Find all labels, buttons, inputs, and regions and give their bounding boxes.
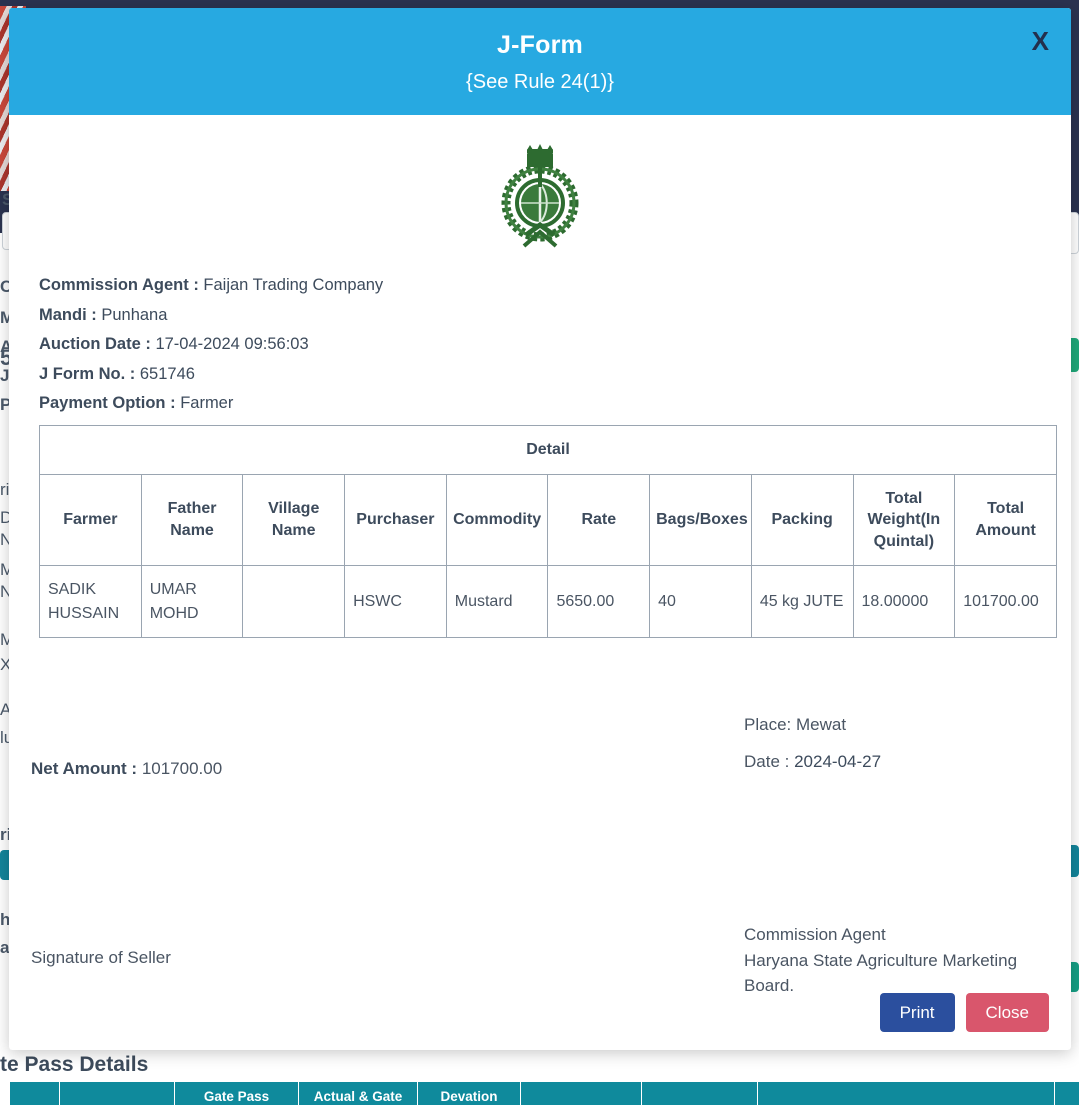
- place-date-block: Place: Mewat Date : 2024-04-27: [744, 716, 881, 790]
- gate-pass-th-6: [641, 1082, 757, 1105]
- detail-table-caption-row: Detail: [39, 425, 1057, 475]
- close-button[interactable]: Close: [965, 993, 1049, 1032]
- date-row: Date : 2024-04-27: [744, 753, 881, 770]
- meta-mandi: Mandi : Punhana: [39, 306, 1049, 325]
- form-meta-block: Commission Agent : Faijan Trading Compan…: [31, 276, 1049, 413]
- cell-village-name: [242, 565, 346, 638]
- col-rate: Rate: [547, 473, 651, 567]
- col-village-name: Village Name: [242, 473, 346, 567]
- col-father-name: Father Name: [140, 473, 244, 567]
- meta-j-form-no-value: 651746: [139, 364, 195, 383]
- close-icon[interactable]: X: [1032, 28, 1049, 54]
- cell-farmer: SADIK HUSSAIN: [39, 565, 142, 638]
- meta-j-form-no-label: J Form No. :: [39, 364, 136, 383]
- col-purchaser: Purchaser: [344, 473, 447, 567]
- col-farmer: Farmer: [39, 473, 142, 567]
- col-commodity: Commodity: [445, 473, 549, 567]
- place-label: Place:: [744, 714, 792, 734]
- gate-pass-details-heading: te Pass Details: [0, 1053, 149, 1076]
- table-row: SADIK HUSSAIN UMAR MOHD HSWC Mustard 565…: [39, 565, 1057, 638]
- agent-line-1: Commission Agent: [744, 924, 886, 944]
- print-button[interactable]: Print: [879, 993, 955, 1032]
- signature-of-seller-label: Signature of Seller: [31, 947, 171, 967]
- place-row: Place: Mewat: [744, 716, 881, 733]
- gate-pass-th-5: [520, 1082, 641, 1105]
- meta-auction-date-label: Auction Date :: [39, 335, 151, 353]
- cell-purchaser: HSWC: [344, 565, 447, 638]
- cell-father-name: UMAR MOHD: [140, 565, 244, 638]
- col-total-weight: Total Weight(In Quintal): [852, 473, 956, 567]
- net-amount-label: Net Amount :: [31, 758, 138, 778]
- modal-title: J-Form: [497, 31, 583, 59]
- gate-pass-th-2: Gate Pass: [174, 1082, 298, 1105]
- cell-packing: 45 kg JUTE: [750, 565, 854, 638]
- j-form-modal: J-Form {See Rule 24(1)} X Commission Age…: [9, 8, 1071, 1050]
- col-bags-boxes: Bags/Boxes: [649, 473, 752, 567]
- place-value: Mewat: [795, 714, 847, 734]
- meta-j-form-no: J Form No. : 651746: [39, 365, 1049, 384]
- col-total-amount: Total Amount: [954, 473, 1057, 567]
- cell-total-amount: 101700.00: [954, 565, 1057, 638]
- cell-commodity: Mustard: [445, 565, 549, 638]
- modal-subtitle: {See Rule 24(1)}: [466, 71, 614, 94]
- meta-auction-date-value: 17-04-2024 09:56:03: [155, 335, 309, 353]
- cell-total-weight: 18.00000: [852, 565, 956, 638]
- date-label: Date :: [744, 751, 790, 771]
- commission-agent-block: Commission Agent Haryana State Agricultu…: [744, 922, 1044, 999]
- gate-pass-th-1: [59, 1082, 174, 1105]
- gate-pass-th-0: [9, 1082, 59, 1105]
- meta-commission-agent-label: Commission Agent :: [39, 276, 199, 294]
- emblem-container: [31, 115, 1049, 260]
- meta-auction-date: Auction Date : 17-04-2024 09:56:03: [39, 335, 1049, 354]
- meta-payment-option-label: Payment Option :: [39, 394, 176, 412]
- meta-payment-option: Payment Option : Farmer: [39, 394, 1049, 413]
- meta-commission-agent: Commission Agent : Faijan Trading Compan…: [39, 276, 1049, 295]
- modal-footer: Print Close: [879, 993, 1049, 1032]
- detail-table-header-row: Farmer Father Name Village Name Purchase…: [39, 473, 1057, 567]
- gate-pass-th-8: [1054, 1082, 1079, 1105]
- modal-body: Commission Agent : Faijan Trading Compan…: [9, 115, 1071, 1050]
- detail-table-caption: Detail: [39, 425, 1057, 475]
- agent-line-2: Haryana State Agriculture Marketing Boar…: [744, 950, 1018, 996]
- gate-pass-th-7: [757, 1082, 1054, 1105]
- detail-table: Detail Farmer Father Name Village Name P…: [39, 425, 1057, 638]
- gate-pass-th-4: Devation: [417, 1082, 520, 1105]
- gate-pass-table-header: Gate Pass Actual & Gate Devation: [9, 1082, 1079, 1105]
- haryana-board-emblem-icon: [501, 144, 579, 248]
- meta-mandi-label: Mandi :: [39, 305, 97, 324]
- date-value: 2024-04-27: [794, 751, 882, 771]
- meta-mandi-value: Punhana: [101, 305, 168, 324]
- cell-rate: 5650.00: [547, 565, 651, 638]
- gate-pass-th-3: Actual & Gate: [298, 1082, 417, 1105]
- meta-payment-option-value: Farmer: [180, 394, 234, 412]
- net-amount: Net Amount : 101700.00: [31, 759, 222, 779]
- modal-header: J-Form {See Rule 24(1)} X: [9, 8, 1071, 115]
- net-amount-value: 101700.00: [141, 758, 223, 778]
- cell-bags-boxes: 40: [649, 565, 752, 638]
- col-packing: Packing: [750, 473, 854, 567]
- meta-commission-agent-value: Faijan Trading Company: [203, 276, 384, 294]
